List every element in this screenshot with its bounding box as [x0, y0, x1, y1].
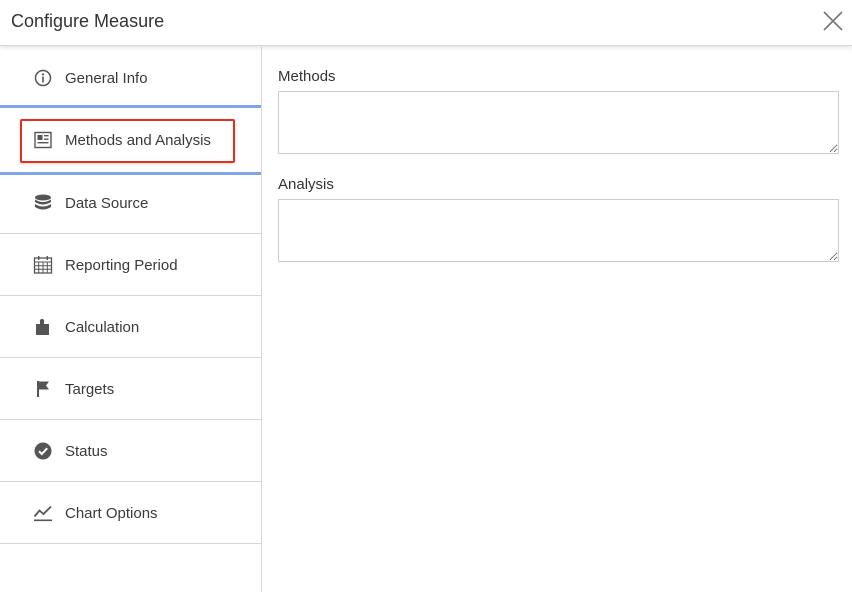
sidebar-item-label: Chart Options: [65, 505, 158, 522]
dialog-title: Configure Measure: [11, 11, 165, 31]
sidebar-item-label: Reporting Period: [65, 257, 178, 274]
sidebar-item-data-source[interactable]: Data Source: [0, 172, 261, 234]
sidebar-item-methods-and-analysis[interactable]: Methods and Analysis: [0, 105, 261, 175]
calendar-icon: [33, 255, 53, 275]
sidebar-item-label: General Info: [65, 70, 148, 87]
sidebar-item-general-info[interactable]: General Info: [0, 47, 261, 109]
sidebar-item-label: Calculation: [65, 319, 140, 336]
line-chart-icon: [33, 503, 53, 523]
database-icon: [33, 193, 53, 213]
info-circle-icon: [33, 68, 53, 88]
methods-label: Methods: [278, 68, 336, 85]
sidebar-item-calculation[interactable]: Calculation: [0, 296, 261, 358]
sidebar-item-chart-options[interactable]: Chart Options: [0, 482, 261, 544]
analysis-label: Analysis: [278, 176, 334, 193]
sidebar-nav: General Info Methods and Analysis Data S…: [0, 47, 262, 592]
check-circle-icon: [33, 441, 53, 461]
puzzle-icon: [33, 317, 53, 337]
sidebar-item-status[interactable]: Status: [0, 420, 261, 482]
configure-measure-dialog: Configure Measure General Info Methods a…: [0, 0, 852, 592]
close-icon[interactable]: [821, 9, 845, 33]
sidebar-item-reporting-period[interactable]: Reporting Period: [0, 234, 261, 296]
main-panel: Methods Analysis: [262, 47, 852, 592]
flag-icon: [33, 379, 53, 399]
analysis-textarea[interactable]: [278, 199, 839, 262]
sidebar-item-label: Status: [65, 443, 108, 460]
methods-textarea[interactable]: [278, 91, 839, 154]
sidebar-item-targets[interactable]: Targets: [0, 358, 261, 420]
dialog-header: Configure Measure: [0, 0, 852, 46]
sidebar-item-label: Data Source: [65, 195, 149, 212]
document-list-icon: [33, 130, 53, 150]
sidebar-item-label: Targets: [65, 381, 115, 398]
sidebar-item-label: Methods and Analysis: [65, 132, 211, 149]
